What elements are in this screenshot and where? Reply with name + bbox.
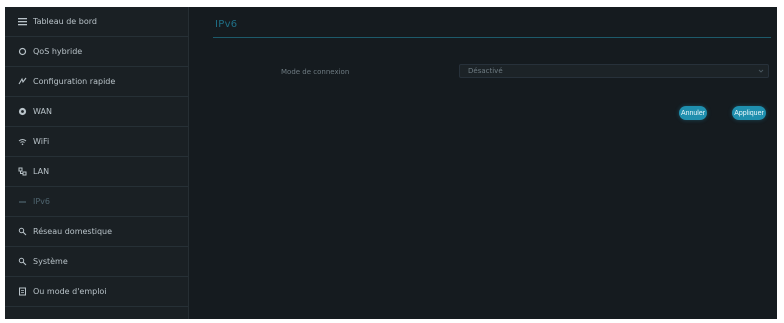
- system-icon: [17, 257, 27, 267]
- sidebar-item-manual[interactable]: Ou mode d'emploi: [5, 277, 188, 307]
- main-panel: IPv6 Mode de connexion Désactivé Annuler…: [189, 7, 777, 319]
- apply-button[interactable]: Appliquer: [732, 106, 766, 120]
- wifi-icon: [17, 137, 27, 147]
- sidebar-item-system[interactable]: Système: [5, 247, 188, 277]
- sidebar-item-dashboard[interactable]: Tableau de bord: [5, 7, 188, 37]
- sidebar-item-label: Tableau de bord: [33, 17, 97, 26]
- sidebar-item-wan[interactable]: WAN: [5, 97, 188, 127]
- chevron-down-icon: [758, 68, 764, 74]
- sidebar-item-label: QoS hybride: [33, 47, 83, 56]
- sidebar-item-label: Configuration rapide: [33, 77, 116, 86]
- sidebar-item-quick-setup[interactable]: Configuration rapide: [5, 67, 188, 97]
- sidebar-item-ipv6[interactable]: IPv6: [5, 187, 188, 217]
- connection-mode-select[interactable]: Désactivé: [459, 64, 769, 78]
- dashboard-icon: [17, 17, 27, 27]
- cancel-button[interactable]: Annuler: [679, 106, 707, 120]
- sidebar-item-label: Réseau domestique: [33, 227, 113, 236]
- quick-setup-icon: [17, 77, 27, 87]
- connection-mode-value: Désactivé: [468, 67, 503, 75]
- connection-mode-label: Mode de connexion: [281, 68, 350, 76]
- manual-icon: [17, 287, 27, 297]
- globe-icon: [17, 107, 27, 117]
- sidebar-item-label: WiFi: [33, 137, 50, 146]
- sidebar-item-home-network[interactable]: Réseau domestique: [5, 217, 188, 247]
- sidebar-item-label: Système: [33, 257, 68, 266]
- sidebar-item-label: IPv6: [33, 197, 51, 206]
- sidebar-item-qos[interactable]: QoS hybride: [5, 37, 188, 67]
- router-admin-window: Tableau de bord QoS hybride Configuratio…: [5, 7, 777, 319]
- sidebar-item-label: Ou mode d'emploi: [33, 287, 107, 296]
- sidebar-item-label: LAN: [33, 167, 50, 176]
- sidebar-item-lan[interactable]: LAN: [5, 157, 188, 187]
- sidebar-item-label: WAN: [33, 107, 52, 116]
- home-network-icon: [17, 227, 27, 237]
- sidebar-item-wifi[interactable]: WiFi: [5, 127, 188, 157]
- qos-icon: [17, 47, 27, 57]
- page-title: IPv6: [215, 19, 238, 30]
- sidebar: Tableau de bord QoS hybride Configuratio…: [5, 7, 189, 319]
- title-divider: [213, 37, 771, 38]
- ipv6-icon: [17, 197, 27, 207]
- lan-icon: [17, 167, 27, 177]
